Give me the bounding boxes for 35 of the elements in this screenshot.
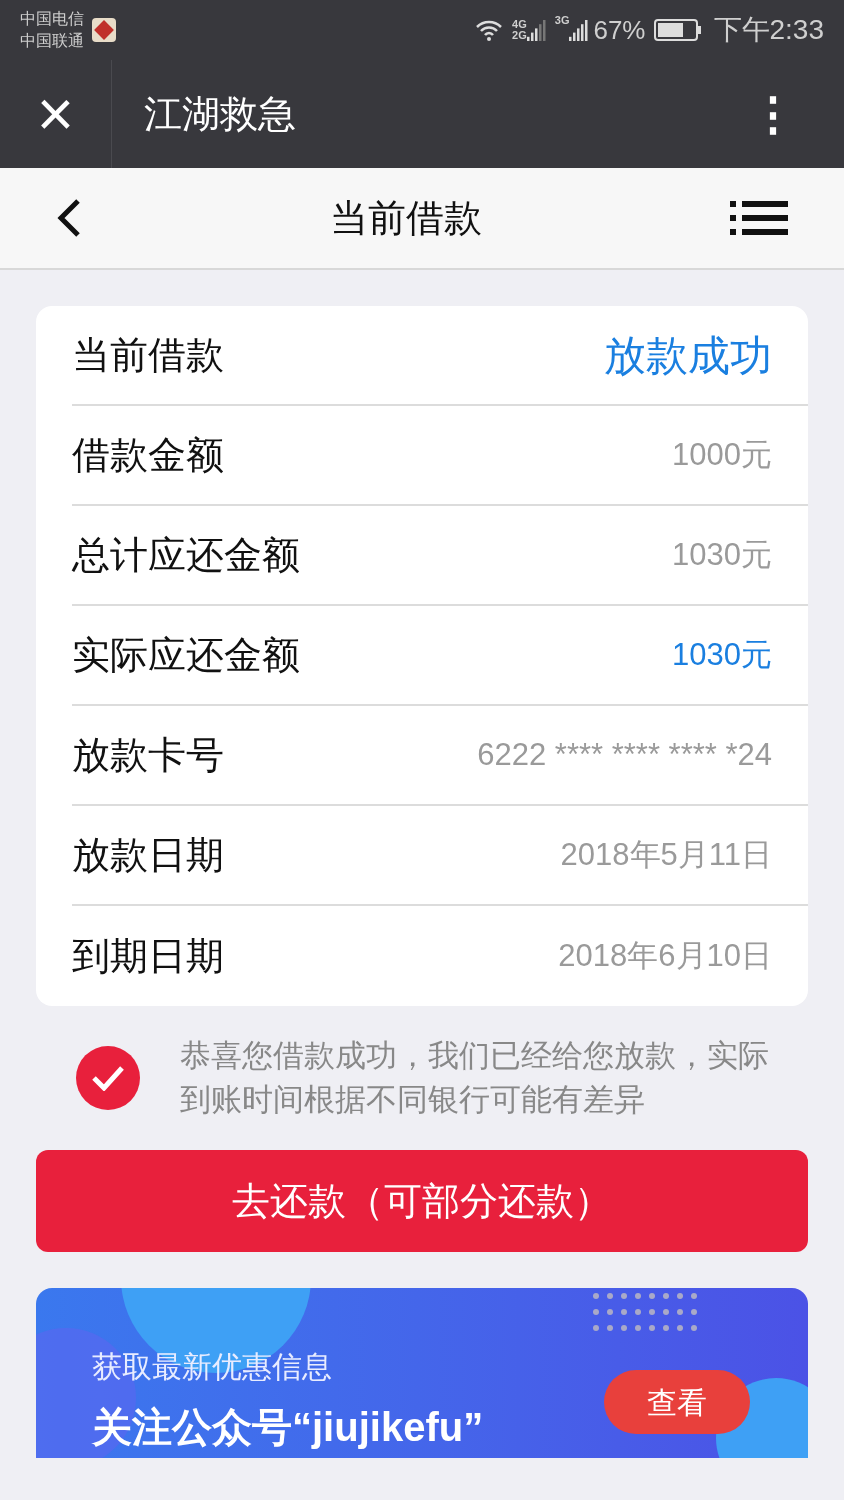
- row-label: 总计应还金额: [72, 532, 301, 578]
- promo-subtitle: 关注公众号“jiujikefu”: [92, 1404, 484, 1451]
- notice-text: 恭喜您借款成功，我们已经给您放款，实际到账时间根据不同银行可能有差异: [180, 1037, 770, 1119]
- row-value: 1000元: [672, 435, 772, 474]
- view-button[interactable]: 查看: [604, 1370, 750, 1434]
- promo-title: 获取最新优惠信息: [92, 1349, 332, 1385]
- battery-percent: 67%: [593, 13, 646, 47]
- clock: 下午2:33: [713, 13, 824, 47]
- row-value: 1030元: [672, 635, 772, 674]
- notification-icon: [92, 18, 116, 42]
- network-type: 3G: [554, 13, 570, 28]
- network-type: 2G: [512, 30, 527, 41]
- loan-status: 放款成功: [604, 330, 772, 381]
- row-label: 放款日期: [72, 832, 225, 878]
- window-title: 江湖救急: [144, 91, 296, 137]
- row-label: 到期日期: [72, 933, 225, 979]
- row-label: 放款卡号: [72, 732, 225, 778]
- back-icon[interactable]: [56, 198, 82, 238]
- row-label: 实际应还金额: [72, 632, 301, 678]
- list-icon[interactable]: [730, 201, 788, 235]
- row-value: 6222 **** **** **** *24: [477, 735, 772, 774]
- carrier-name: 中国联通: [20, 31, 84, 51]
- row-label: 借款金额: [72, 432, 225, 478]
- page-title: 当前借款: [329, 195, 483, 241]
- row-value: 2018年5月11日: [560, 835, 772, 874]
- signal-icon: [526, 19, 547, 41]
- battery-icon: [653, 19, 702, 41]
- row-value: 1030元: [672, 535, 772, 574]
- carrier-name: 中国电信: [20, 9, 84, 29]
- repay-button[interactable]: 去还款（可部分还款）: [36, 1150, 808, 1252]
- more-button[interactable]: ⋮: [750, 79, 796, 149]
- signal-icon: [569, 19, 590, 41]
- network-type: 4G: [512, 19, 527, 30]
- row-label: 当前借款: [72, 332, 225, 378]
- row-value: 2018年6月10日: [558, 936, 772, 975]
